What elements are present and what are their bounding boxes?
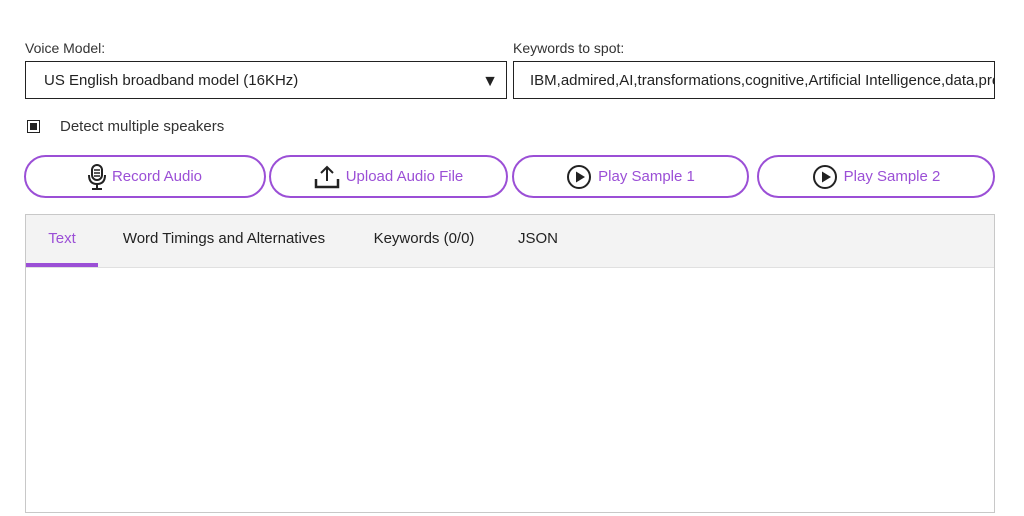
tab-word-timings-label: Word Timings and Alternatives [122, 230, 326, 247]
upload-audio-label: Upload Audio File [345, 168, 464, 185]
keywords-input[interactable]: IBM,admired,AI,transformations,cognitive… [513, 61, 995, 99]
upload-icon [314, 165, 340, 189]
keywords-label: Keywords to spot: [513, 40, 625, 56]
dropdown-arrow-icon: ▼ [482, 73, 498, 90]
play-circle-icon [812, 164, 838, 190]
detect-speakers-label: Detect multiple speakers [60, 118, 225, 135]
play-sample-1-label: Play Sample 1 [598, 168, 695, 185]
voice-model-label: Voice Model: [25, 40, 106, 56]
upload-audio-button[interactable]: Upload Audio File [269, 155, 508, 198]
record-audio-label: Record Audio [111, 168, 203, 185]
voice-model-select[interactable]: US English broadband model (16KHz) ▼ [25, 61, 507, 99]
speech-to-text-demo: Voice Model: Keywords to spot: US Englis… [0, 0, 1024, 516]
tab-keywords-label: Keywords (0/0) [373, 230, 475, 247]
play-sample-2-button[interactable]: Play Sample 2 [757, 155, 995, 198]
tab-text[interactable]: Text [26, 215, 98, 267]
checkbox-checked-mark [30, 123, 37, 130]
voice-model-value: US English broadband model (16KHz) [44, 71, 299, 89]
record-audio-button[interactable]: Record Audio [24, 155, 266, 198]
tab-text-label: Text [48, 230, 76, 247]
transcript-output-area[interactable] [26, 268, 994, 513]
play-circle-icon [566, 164, 592, 190]
tab-json-label: JSON [517, 230, 558, 247]
results-tab-bar: Text Word Timings and Alternatives Keywo… [26, 215, 994, 268]
microphone-icon [87, 163, 106, 190]
tab-keywords[interactable]: Keywords (0/0) [371, 215, 477, 267]
keywords-value: IBM,admired,AI,transformations,cognitive… [530, 71, 994, 89]
play-sample-1-button[interactable]: Play Sample 1 [512, 155, 749, 198]
tab-word-timings[interactable]: Word Timings and Alternatives [118, 215, 330, 267]
tab-json[interactable]: JSON [515, 215, 561, 267]
detect-speakers-row: Detect multiple speakers [25, 118, 224, 135]
play-sample-2-label: Play Sample 2 [843, 168, 941, 185]
results-panel: Text Word Timings and Alternatives Keywo… [25, 214, 995, 513]
detect-speakers-checkbox[interactable] [27, 120, 40, 133]
active-tab-indicator [26, 263, 98, 267]
